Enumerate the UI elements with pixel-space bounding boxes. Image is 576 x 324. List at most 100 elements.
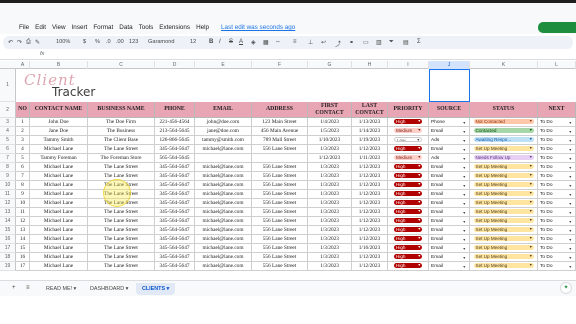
cell-first[interactable]: 1/3/2023 [308,145,352,154]
explore-icon[interactable]: ✦ [560,282,572,294]
redo-icon[interactable]: ↷ [17,39,22,46]
cell-no[interactable]: 8 [16,181,30,190]
cell-addr[interactable]: 556 Lane Street [252,172,308,181]
cell-name[interactable]: Tammy Smith [30,136,88,145]
cell-first[interactable]: 1/5/2023 [308,127,352,136]
cell-first[interactable]: 1/3/2023 [308,244,352,253]
cell-biz[interactable]: The Lane Street [88,262,155,271]
cell-name[interactable]: Michael Lane [30,145,88,154]
cell-last[interactable]: 1/19/2023 [352,136,388,145]
cell-last[interactable]: 1/12/2023 [352,181,388,190]
dropdown-arrow-icon[interactable]: ▼ [568,137,572,144]
cell-next[interactable]: To Do ▼ [538,217,576,226]
dropdown-arrow-icon[interactable]: ▼ [568,119,572,126]
cell-no[interactable]: 4 [16,145,30,154]
cell-status[interactable]: Set Up Meeting ▼ [470,145,538,154]
dropdown-arrow-icon[interactable]: ▼ [462,128,466,135]
cell-no[interactable]: 10 [16,199,30,208]
cell-status[interactable]: Set Up Meeting ▼ [470,199,538,208]
cell-status[interactable]: Set Up Meeting ▼ [470,190,538,199]
dropdown-arrow-icon[interactable]: ▼ [568,146,572,153]
column-header-b[interactable]: B [30,61,88,69]
cell-next[interactable]: To Do ▼ [538,190,576,199]
status-dropdown[interactable]: Needs Follow Up ▼ [473,155,534,161]
cell-email[interactable]: michael@lane.com [195,190,252,199]
dropdown-arrow-icon[interactable]: ▼ [462,182,466,189]
cell-last[interactable]: 1/12/2023 [352,217,388,226]
cell-next[interactable]: To Do ▼ [538,136,576,145]
cell-status[interactable]: Not Contacted ▼ [470,118,538,127]
status-dropdown[interactable]: Set Up Meeting ▼ [473,164,534,170]
cell-name[interactable]: Michael Lane [30,199,88,208]
cell-next[interactable]: To Do ▼ [538,163,576,172]
cell-source[interactable]: Email ▼ [429,208,470,217]
status-dropdown[interactable]: Set Up Meeting ▼ [473,254,534,260]
cell-first[interactable]: 1/3/2023 [308,163,352,172]
cell-next[interactable]: To Do ▼ [538,145,576,154]
cell-addr[interactable]: 556 Lane Street [252,244,308,253]
cell-first[interactable]: 1/3/2023 [308,262,352,271]
cell-first[interactable]: 1/3/2023 [308,226,352,235]
cell-email[interactable]: tammy@smith.com [195,136,252,145]
functions-icon[interactable]: Σ [417,39,421,45]
comment-icon[interactable]: ▭ [363,39,369,46]
status-dropdown[interactable]: Awaiting Respo... ▼ [473,137,534,143]
increase-decimal-button[interactable]: .00 [116,39,124,45]
cell-name[interactable]: Michael Lane [30,181,88,190]
text-rotation-icon[interactable]: ⤴ [335,39,341,48]
row-header[interactable]: 14 [0,217,16,226]
dropdown-arrow-icon[interactable]: ▼ [462,236,466,243]
cell-priority[interactable]: High ▼ [388,118,429,127]
cell-phone[interactable]: 345-564-5647 [155,172,195,181]
cell-next[interactable]: To Do ▼ [538,199,576,208]
priority-dropdown[interactable]: High ▼ [394,119,422,125]
cell-status[interactable]: Set Up Meeting ▼ [470,235,538,244]
cell-source[interactable]: Email ▼ [429,145,470,154]
cell-priority[interactable]: High ▼ [388,145,429,154]
row-header[interactable]: 8 [0,163,16,172]
cell-status[interactable]: Set Up Meeting ▼ [470,253,538,262]
dropdown-arrow-icon[interactable]: ▼ [568,173,572,180]
strikethrough-icon[interactable]: S [229,39,233,45]
sheet-tab-readme[interactable]: READ ME! ▾ [40,283,82,295]
cell-no[interactable]: 3 [16,136,30,145]
cell-phone[interactable]: 345-564-5647 [155,244,195,253]
column-header-l[interactable]: L [538,61,576,69]
cell-no[interactable]: 14 [16,235,30,244]
dropdown-arrow-icon[interactable]: ▼ [462,218,466,225]
cell-source[interactable]: Email ▼ [429,244,470,253]
cell-name[interactable]: Michael Lane [30,235,88,244]
status-dropdown[interactable]: Set Up Meeting ▼ [473,200,534,206]
cell-phone[interactable]: 345-564-5647 [155,253,195,262]
cell-name[interactable]: Michael Lane [30,172,88,181]
cell-addr[interactable]: 556 Lane Street [252,235,308,244]
cell-biz[interactable]: The Lane Street [88,226,155,235]
priority-dropdown[interactable]: High ▼ [394,182,422,188]
menu-item-edit[interactable]: Edit [35,24,46,33]
horizontal-align-icon[interactable]: ≡ [293,39,297,45]
cell-addr[interactable]: 789 Mall Street [252,136,308,145]
row-header[interactable]: 18 [0,253,16,262]
column-header-f[interactable]: F [252,61,308,69]
chart-icon[interactable]: ▥ [376,39,382,46]
cell-source[interactable]: Email ▼ [429,127,470,136]
cell-source[interactable]: Email ▼ [429,163,470,172]
cell-email[interactable]: michael@lane.com [195,181,252,190]
filter-views-icon[interactable]: ▤ [403,39,409,46]
fill-color-icon[interactable]: ◈ [251,39,256,46]
status-dropdown[interactable]: Set Up Meeting ▼ [473,236,534,242]
priority-dropdown[interactable]: High ▼ [394,164,422,170]
merge-cells-icon[interactable]: ⇔ [275,39,281,45]
cell-source[interactable]: Ads ▼ [429,136,470,145]
cell-phone[interactable]: 345-564-5647 [155,163,195,172]
cell-biz[interactable]: The Doe Firm [88,118,155,127]
number-format-button[interactable]: 123 [129,39,138,45]
cell-first[interactable]: 1/3/2023 [308,235,352,244]
cell-last[interactable]: 1/12/2023 [352,145,388,154]
cell-source[interactable]: Ads ▼ [429,154,470,163]
row-header[interactable]: 3 [0,118,16,127]
cell-phone[interactable]: 221-456-4564 [155,118,195,127]
priority-dropdown[interactable]: High ▼ [394,227,422,233]
cell-last[interactable]: 1/12/2023 [352,163,388,172]
status-dropdown[interactable]: Set Up Meeting ▼ [473,218,534,224]
